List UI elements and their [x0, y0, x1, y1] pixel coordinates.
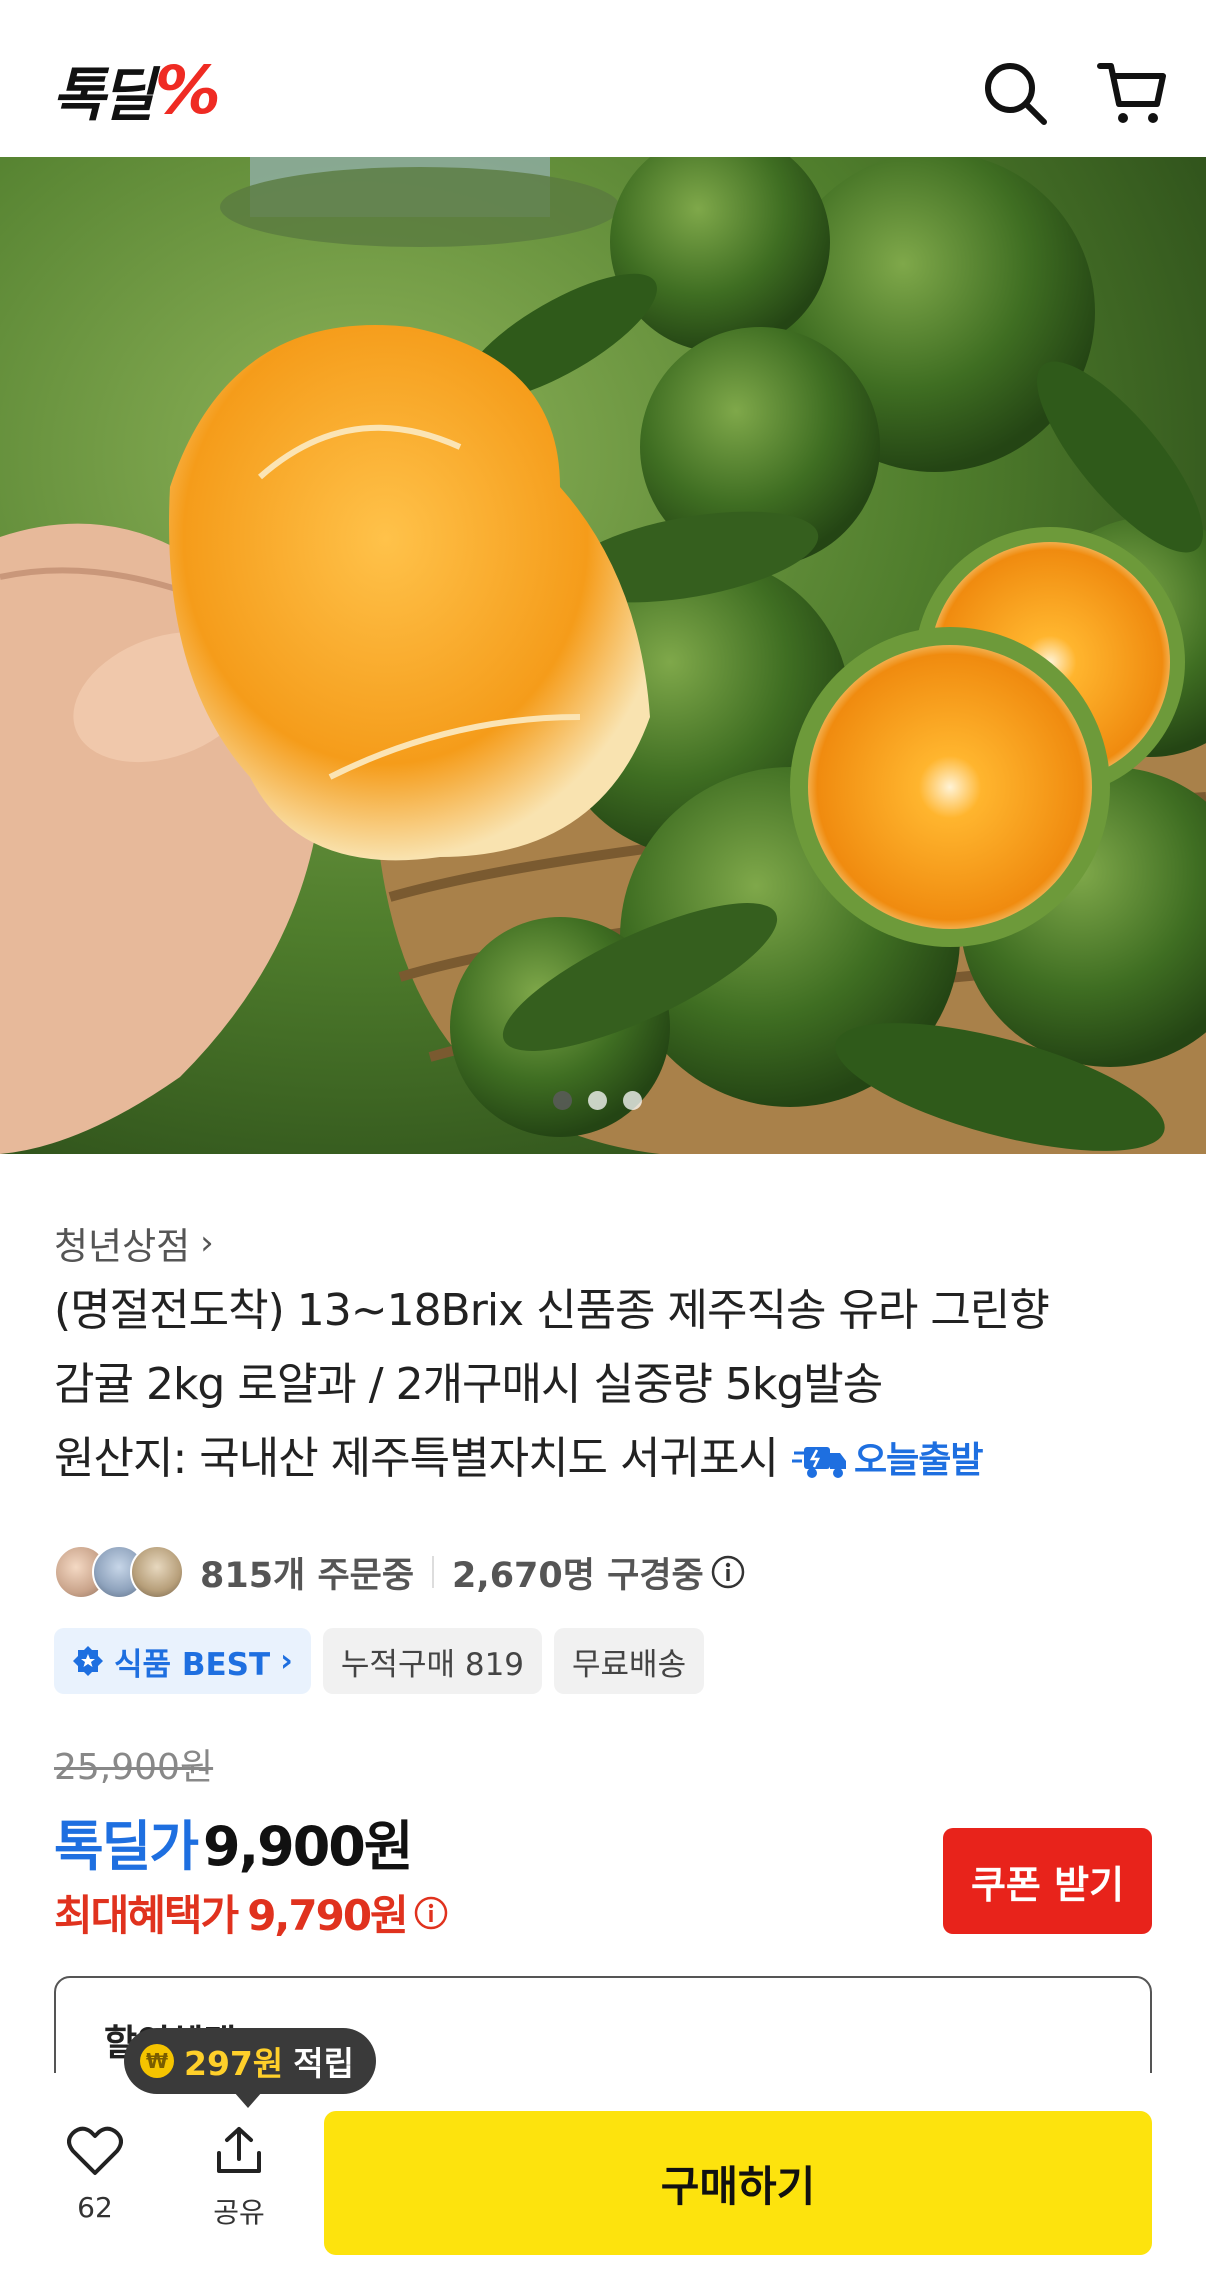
carousel-dot[interactable]	[623, 1091, 642, 1110]
info-icon[interactable]	[413, 1895, 449, 1931]
order-count: 815개 주문중	[200, 1555, 415, 1596]
logo-text: 톡딜	[52, 61, 155, 129]
original-price: 25,900원	[54, 1747, 214, 1788]
store-link[interactable]: 청년상점 ›	[54, 1216, 214, 1270]
viewer-count: 2,670명 구경중	[452, 1555, 704, 1596]
heart-icon	[67, 2126, 123, 2175]
max-benefit-label: 최대혜택가	[54, 1891, 239, 1940]
like-button[interactable]: 62	[60, 2125, 130, 2224]
max-benefit-row: 최대혜택가 9,790원	[54, 1882, 449, 1943]
delivery-truck-icon	[791, 1447, 846, 1478]
title-line: 감귤 2kg 로얄과 / 2개구매시 실중량 5kg발송	[54, 1359, 883, 1410]
product-title: (명절전도착) 13~18Brix 신품종 제주직송 유라 그린향 감귤 2kg…	[54, 1274, 1154, 1498]
deal-price-row: 톡딜가 9,900원	[54, 1802, 414, 1881]
coin-icon: ₩	[140, 2044, 174, 2078]
avatar	[130, 1545, 184, 1599]
bottom-action-bar: 62 공유 구매하기	[0, 2073, 1206, 2293]
badge-star-icon	[73, 1646, 103, 1676]
carousel-indicator	[553, 1091, 642, 1110]
get-coupon-button[interactable]: 쿠폰 받기	[943, 1828, 1152, 1934]
points-tooltip: ₩ 297원 적립	[124, 2028, 376, 2108]
order-stats: 815개 주문중 2,670명 구경중	[54, 1542, 746, 1602]
cumulative-purchase-tag: 누적구매 819	[322, 1628, 543, 1694]
logo-percent-symbol: %	[154, 51, 221, 129]
carousel-dot-active[interactable]	[553, 1091, 572, 1110]
share-label: 공유	[213, 2196, 265, 2229]
points-amount: 297원	[184, 2044, 284, 2083]
chevron-right-icon: ›	[280, 1643, 293, 1679]
deal-price: 9,900원	[203, 1815, 413, 1878]
cart-icon[interactable]	[1097, 58, 1167, 128]
free-shipping-tag: 무료배송	[554, 1628, 705, 1694]
search-icon[interactable]	[980, 58, 1050, 128]
buy-button[interactable]: 구매하기	[324, 2111, 1152, 2255]
like-count: 62	[77, 2191, 113, 2224]
max-benefit-price: 9,790원	[247, 1891, 408, 1940]
deal-price-label: 톡딜가	[54, 1815, 199, 1878]
carousel-dot[interactable]	[588, 1091, 607, 1110]
product-tags: 식품 BEST › 누적구매 819 무료배송	[54, 1628, 705, 1694]
buyer-avatars	[54, 1545, 184, 1599]
title-line: (명절전도착) 13~18Brix 신품종 제주직송 유라 그린향	[54, 1285, 1050, 1336]
chevron-right-icon: ›	[200, 1223, 214, 1263]
share-button[interactable]: 공유	[204, 2125, 274, 2231]
product-image-carousel[interactable]	[0, 157, 1206, 1154]
points-label: 적립	[293, 2044, 354, 2083]
store-name: 청년상점	[54, 1225, 191, 1268]
origin-text: 원산지: 국내산 제주특별자치도 서귀포시	[54, 1433, 779, 1484]
app-header: 톡딜 %	[0, 0, 1206, 157]
title-line-origin: 원산지: 국내산 제주특별자치도 서귀포시 오늘출발	[54, 1422, 1154, 1498]
today-shipping-label: 오늘출발	[853, 1440, 983, 1481]
food-best-tag[interactable]: 식품 BEST ›	[54, 1628, 311, 1694]
divider	[432, 1556, 435, 1588]
food-best-label: 식품 BEST	[114, 1646, 271, 1683]
today-shipping-badge: 오늘출발	[791, 1424, 983, 1498]
info-icon[interactable]	[710, 1554, 746, 1590]
share-icon	[217, 2127, 261, 2173]
logo[interactable]: 톡딜 %	[52, 52, 221, 130]
product-photo	[0, 157, 1206, 1154]
